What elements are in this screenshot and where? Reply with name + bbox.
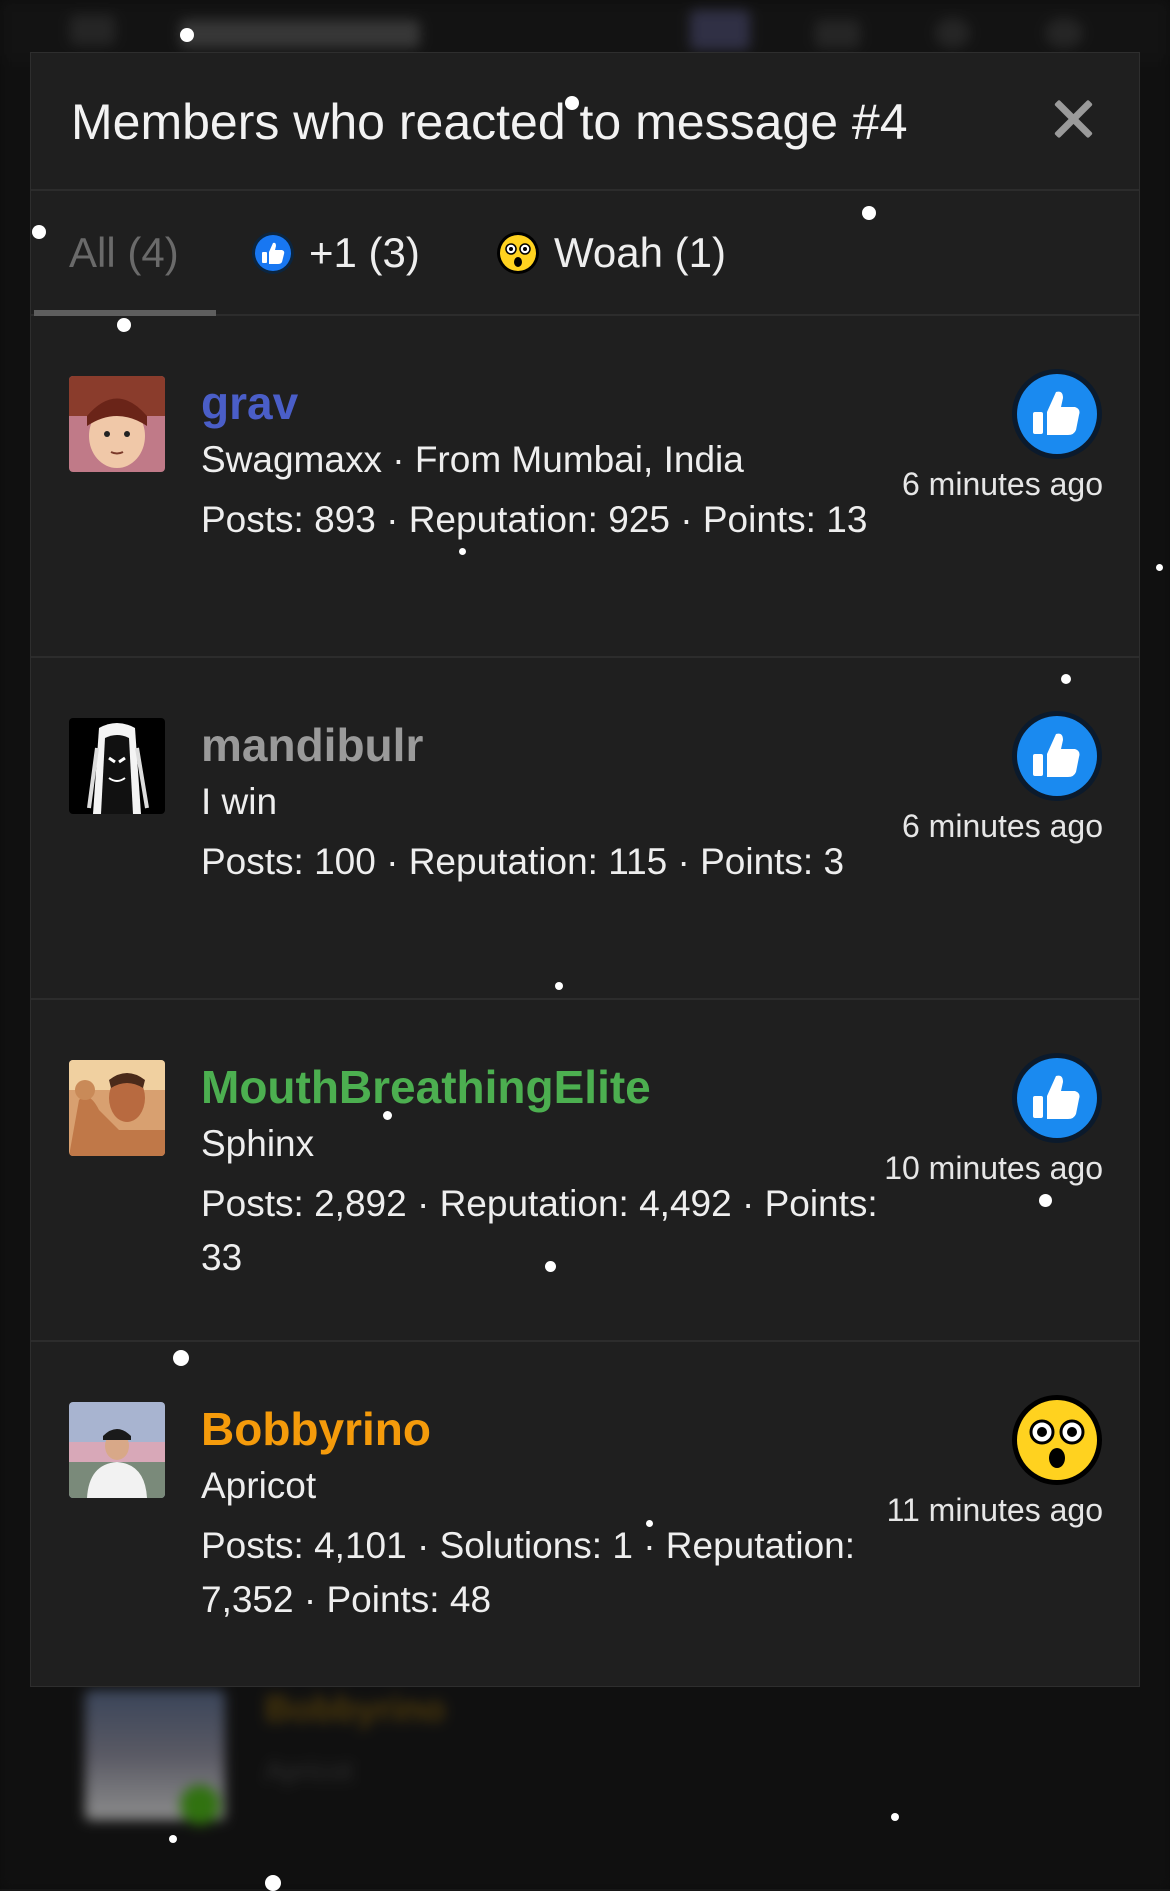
snow-dot [545,1261,556,1272]
user-stats: Posts: 893 · Reputation: 925 · Points: 1… [201,499,868,540]
member-row: grav Swagmaxx · From Mumbai, India Posts… [31,316,1139,658]
user-stats: Posts: 2,892 · Reputation: 4,492 · Point… [201,1183,878,1278]
tab-all[interactable]: All (4) [69,191,179,314]
thumbs-up-icon [1012,711,1102,801]
avatar[interactable] [69,1060,165,1156]
snow-dot [459,548,466,555]
snow-dot [1039,1194,1052,1207]
snow-dot [173,1350,189,1366]
reaction-time: 6 minutes ago [901,808,1103,844]
snow-dot [383,1111,392,1120]
username[interactable]: grav [201,376,298,430]
avatar[interactable] [69,1402,165,1498]
tab-plus-one-label: +1 (3) [309,228,420,276]
reactions-modal: Members who reacted to message #4 All (4… [30,52,1140,1687]
member-list: grav Swagmaxx · From Mumbai, India Posts… [31,316,1139,1684]
tab-woah-label: Woah (1) [554,228,726,276]
tab-plus-one[interactable]: +1 (3) [251,191,420,314]
thumbs-up-icon [1012,1053,1102,1143]
astonished-face-icon [497,231,539,274]
user-title: Swagmaxx · From Mumbai, India [201,439,744,480]
snow-dot [565,96,579,110]
snow-dot [891,1813,899,1821]
modal-title: Members who reacted to message #4 [71,94,908,150]
snow-dot [862,206,876,220]
user-title: Apricot [201,1465,317,1506]
reaction-time: 10 minutes ago [884,1150,1103,1186]
thumbs-up-icon [1012,369,1102,459]
user-stats: Posts: 4,101 · Solutions: 1 · Reputation… [201,1525,856,1620]
member-row: mandibulr I win Posts: 100 · Reputation:… [31,658,1139,1000]
user-title: Sphinx [201,1123,315,1164]
snow-dot [1061,674,1071,684]
username[interactable]: mandibulr [201,718,423,772]
username[interactable]: Bobbyrino [201,1402,431,1456]
close-icon[interactable] [1051,97,1095,141]
snow-dot [1156,564,1163,571]
member-row: MouthBreathingElite Sphinx Posts: 2,892 … [31,1000,1139,1342]
username[interactable]: MouthBreathingElite [201,1060,651,1114]
member-row: Bobbyrino Apricot Posts: 4,101 · Solutio… [31,1342,1139,1684]
user-title: I win [201,781,278,822]
modal-header: Members who reacted to message #4 [31,53,1139,191]
user-stats: Posts: 100 · Reputation: 115 · Points: 3 [201,841,845,882]
reaction-time: 6 minutes ago [901,466,1103,502]
snow-dot [32,225,46,239]
tab-all-label: All (4) [69,228,179,276]
snow-dot [180,28,194,42]
thumbs-up-icon [252,231,294,274]
snow-dot [169,1835,177,1843]
avatar[interactable] [69,376,165,472]
reaction-tabs: All (4) +1 (3) Woah (1) [31,191,1139,316]
astonished-face-icon [1012,1395,1102,1485]
snow-dot [117,318,131,332]
snow-dot [555,982,563,990]
reaction-time: 11 minutes ago [886,1492,1103,1528]
snow-dot [646,1520,653,1527]
avatar[interactable] [69,718,165,814]
tab-woah[interactable]: Woah (1) [496,191,726,314]
